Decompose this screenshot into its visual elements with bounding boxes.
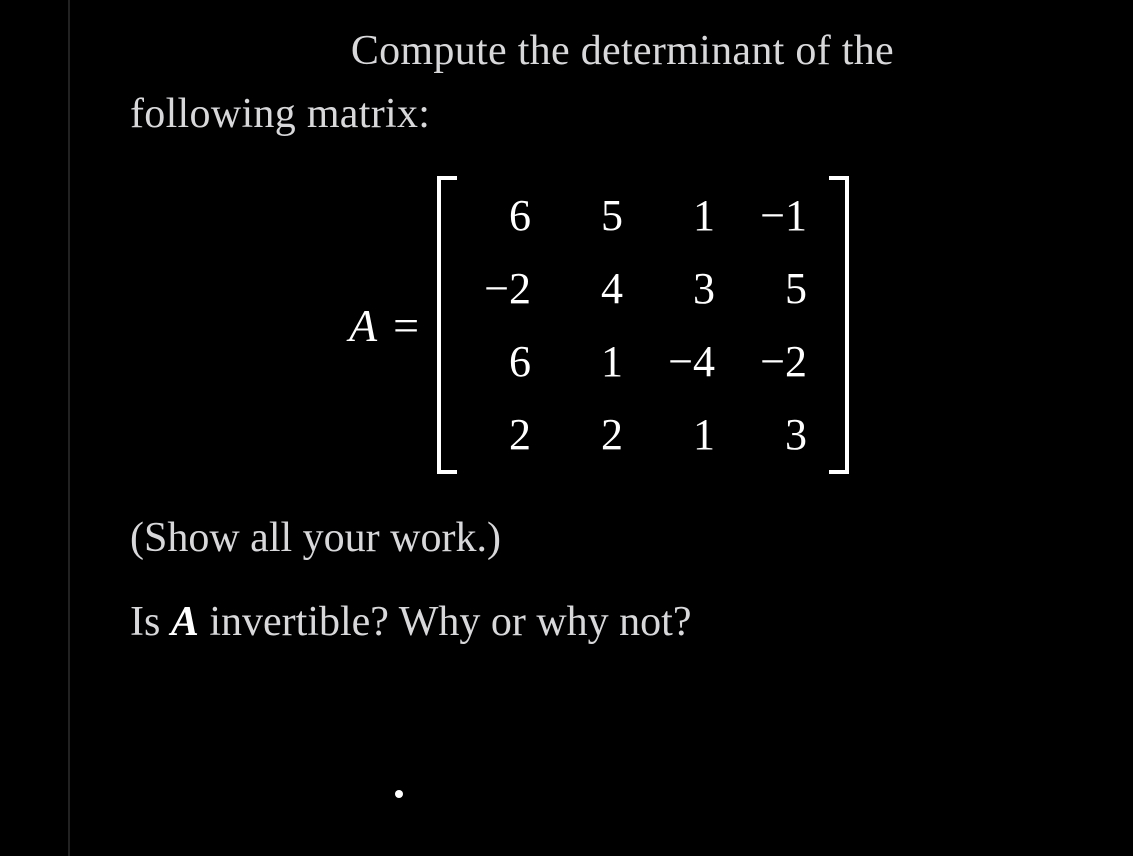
problem-page: Compute the determinant of the following… [68, 0, 1108, 856]
matrix-cell: −1 [755, 190, 807, 241]
matrix-cell: 3 [755, 409, 807, 460]
invertible-question: Is A invertible? Why or why not? [130, 598, 1068, 646]
question-line2: following matrix: [130, 91, 430, 137]
matrix-cell: 2 [571, 409, 623, 460]
dot-mark [395, 790, 403, 798]
matrix-equation: A = 6 5 1 −1 −2 4 3 5 6 1 −4 −2 2 2 1 3 [130, 176, 1068, 474]
left-bracket [437, 176, 457, 474]
matrix-cell: 2 [479, 409, 531, 460]
matrix-cell: 6 [479, 336, 531, 387]
question-text: Compute the determinant of the following… [130, 20, 1068, 146]
matrix-cell: −2 [755, 336, 807, 387]
matrix-cell: 3 [663, 263, 715, 314]
matrix-cell: 1 [663, 190, 715, 241]
matrix-cell: 5 [755, 263, 807, 314]
show-work-text: (Show all your work.) [130, 514, 1068, 562]
q2-var: A [171, 599, 199, 645]
question-line1: Compute the determinant of the [351, 28, 894, 74]
matrix-cell: 1 [571, 336, 623, 387]
matrix-grid: 6 5 1 −1 −2 4 3 5 6 1 −4 −2 2 2 1 3 [457, 176, 829, 474]
q2-prefix: Is [130, 599, 171, 645]
matrix-cell: −2 [479, 263, 531, 314]
right-bracket [829, 176, 849, 474]
matrix-cell: 1 [663, 409, 715, 460]
matrix-cell: 6 [479, 190, 531, 241]
matrix-cell: 4 [571, 263, 623, 314]
q2-suffix: invertible? Why or why not? [199, 599, 692, 645]
matrix-body: 6 5 1 −1 −2 4 3 5 6 1 −4 −2 2 2 1 3 [437, 176, 849, 474]
equals-sign: = [393, 299, 419, 352]
redacted-label [130, 26, 340, 70]
matrix-cell: −4 [663, 336, 715, 387]
matrix-cell: 5 [571, 190, 623, 241]
matrix-label: A [349, 299, 377, 352]
